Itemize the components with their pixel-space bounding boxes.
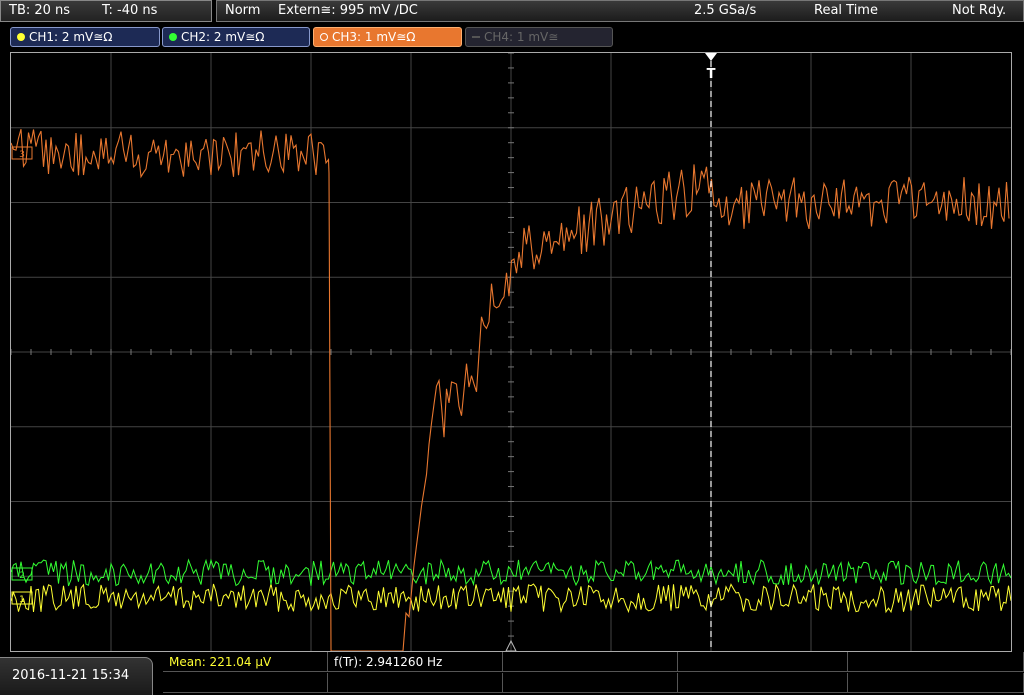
ch2-ref-marker: 2: [19, 571, 25, 581]
measurement-slot-5[interactable]: [848, 652, 1024, 672]
sample-rate: 2.5 GSa/s: [694, 3, 757, 18]
channel-4-tab[interactable]: CH4: 1 mV≅: [465, 27, 613, 47]
datetime-display: 2016-11-21 15:34: [0, 657, 153, 695]
channel-2-label: CH2: 2 mV≅Ω: [181, 30, 265, 44]
trigger-source[interactable]: Extern≅: 995 mV ∕DC: [278, 1, 418, 21]
measurement-slot-8[interactable]: [503, 673, 678, 693]
channel-1-tab[interactable]: CH1: 2 mV≅Ω: [10, 27, 160, 47]
measurement-slot-6[interactable]: [163, 673, 328, 693]
measurement-slot-4[interactable]: [678, 652, 848, 672]
waveform-display[interactable]: T 3 2 1: [10, 52, 1012, 652]
ch1-ref-marker: 1: [19, 595, 25, 605]
channel-1-indicator-icon: [17, 32, 25, 41]
trigger-time-value[interactable]: T: -40 ns: [102, 1, 157, 21]
measurement-panel[interactable]: Mean: 221.04 µV f(Tr): 2.941260 Hz: [163, 652, 1024, 695]
measurement-mean[interactable]: Mean: 221.04 µV: [163, 652, 328, 672]
trigger-arrow-icon: [705, 53, 717, 61]
ch3-trace: [11, 128, 1010, 651]
channel-4-indicator-icon: [472, 35, 480, 38]
channel-3-label: CH3: 1 mV≅Ω: [332, 30, 416, 44]
timebase-panel[interactable]: TB: 20 ns T: -40 ns: [0, 0, 212, 22]
channel-2-indicator-icon: [169, 32, 177, 41]
acquisition-status: Not Rdy.: [952, 3, 1007, 18]
trigger-status-panel[interactable]: Norm Extern≅: 995 mV ∕DC 2.5 GSa/s Real …: [216, 0, 1024, 22]
trigger-marker-label: T: [707, 67, 716, 82]
channel-3-indicator-icon: [320, 32, 328, 41]
ch3-ref-marker: 3: [19, 150, 25, 160]
measurement-slot-7[interactable]: [328, 673, 503, 693]
measurement-slot-10[interactable]: [848, 673, 1024, 693]
measurement-slot-3[interactable]: [503, 652, 678, 672]
channel-1-label: CH1: 2 mV≅Ω: [29, 30, 113, 44]
measurement-slot-9[interactable]: [678, 673, 848, 693]
channel-2-tab[interactable]: CH2: 2 mV≅Ω: [162, 27, 310, 47]
channel-3-tab[interactable]: CH3: 1 mV≅Ω: [313, 27, 462, 47]
trigger-mode[interactable]: Norm: [225, 1, 260, 21]
acquisition-mode[interactable]: Real Time: [814, 1, 878, 21]
waveform-canvas[interactable]: T 3 2 1: [11, 53, 1011, 651]
timebase-value[interactable]: TB: 20 ns: [9, 1, 70, 21]
measurement-frequency[interactable]: f(Tr): 2.941260 Hz: [328, 652, 503, 672]
channel-4-label: CH4: 1 mV≅: [484, 30, 559, 44]
